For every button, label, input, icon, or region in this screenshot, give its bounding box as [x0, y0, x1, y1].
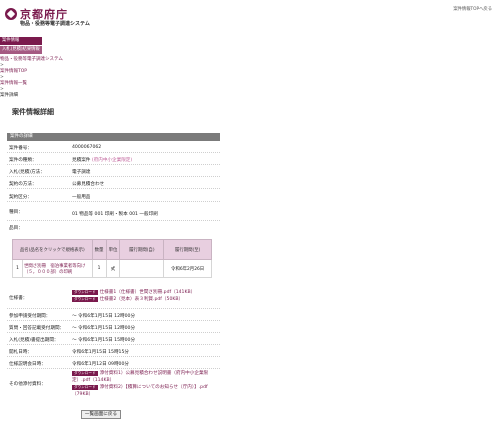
table-row: 1 世間さ別冊 宿泊事業者等向け（５，０００部）の印刷 1 式 令和6年2月26…: [12, 259, 212, 278]
category-label: 契約区分：: [9, 195, 32, 200]
schedule-value: 令和6年1月15日 15時15分: [72, 350, 129, 355]
page-title: 案件情報詳細: [12, 108, 54, 116]
th-qty: 数量: [91, 239, 107, 260]
row-case-no: 案件番号： 4000067062: [7, 143, 220, 153]
row-case-type: 案件の種類： 見積案件 (府内中小企業限定): [7, 154, 220, 165]
method-value: 電子調達: [72, 170, 91, 175]
row-schedule-1: 参加申請受付期間： 〜 令和6年1月15日 12時00分: [7, 310, 220, 321]
row-specs: 仕様書： ダウンロード 仕様書1（仕様書）世間さ別冊.pdf（141KB） ダウン…: [7, 287, 220, 309]
item-name-link[interactable]: 世間さ別冊 宿泊事業者等向け（５，０００部）の印刷: [24, 264, 85, 275]
row-schedule-5: 仕様説明会日時： 令和6年1月12日 09時00分: [7, 358, 220, 369]
cell-unit: 式: [105, 259, 121, 278]
row-contract: 契約の方法： 公募見積合わせ: [7, 178, 220, 189]
case-no-label: 案件番号：: [9, 146, 32, 151]
method-label: 入札(見積)方法：: [9, 170, 45, 175]
breadcrumb-current: 案件詳細: [0, 93, 18, 98]
th-unit: 単位: [105, 239, 121, 260]
row-product: 品目：: [7, 222, 220, 236]
nav-case-info[interactable]: 案件情報: [0, 37, 42, 45]
cell-from: [119, 259, 165, 278]
case-type-value: 見積案件: [72, 158, 91, 163]
nav: 案件情報 入札(見積)結果情報: [0, 37, 42, 55]
schedule-label: 入札(見積)書提出期間：: [9, 338, 59, 343]
row-other: その他添付資料： ダウンロード 添付資料1）公募見積合わせ説明書（府内中小企業限定…: [7, 370, 220, 398]
section-header: 案件の詳細: [7, 133, 220, 141]
case-no-value: 4000067062: [72, 145, 102, 150]
download-badge: ダウンロード: [72, 297, 98, 302]
row-method: 入札(見積)方法： 電子調達: [7, 166, 220, 177]
crest-icon: [5, 8, 17, 20]
type-value: 01 物品等 001 印刷・製本 001 一般印刷: [72, 212, 158, 217]
system-title: 物品・役務等電子調達システム: [20, 21, 90, 27]
back-button[interactable]: 一覧画面に戻る: [81, 410, 121, 419]
row-schedule-4: 開札日時： 令和6年1月15日 15時15分: [7, 346, 220, 357]
other-label: その他添付資料：: [9, 382, 46, 387]
nav-bid-results[interactable]: 入札(見積)結果情報: [0, 46, 42, 54]
th-name: 品名(品名をクリックで規格表示): [12, 239, 93, 260]
breadcrumb-home[interactable]: 物品・役務等電子調達システム: [0, 57, 63, 62]
download-badge: ダウンロード: [72, 371, 98, 376]
contract-value: 公募見積合わせ: [72, 182, 105, 187]
specs-files: ダウンロード 仕様書1（仕様書）世間さ別冊.pdf（141KB） ダウンロード 仕様…: [72, 289, 222, 303]
type-label: 種目：: [9, 210, 23, 215]
th-from: 履行期間(自): [119, 239, 165, 260]
schedule-label: 参加申請受付期間：: [9, 314, 51, 319]
case-type-link[interactable]: (府内中小企業限定): [92, 158, 132, 163]
th-to: 履行期間(至): [163, 239, 212, 260]
specs-file-1[interactable]: 仕様書1（仕様書）世間さ別冊.pdf（141KB）: [100, 290, 196, 295]
items-table: 品名(品名をクリックで規格表示) 数量 単位 履行期間(自) 履行期間(至) 1…: [12, 239, 212, 278]
contract-label: 契約の方法：: [9, 182, 37, 187]
download-badge: ダウンロード: [72, 290, 98, 295]
breadcrumb-top[interactable]: 案件情報TOP: [0, 69, 27, 74]
cell-to: 令和6年2月26日: [163, 259, 212, 278]
row-category: 契約区分： 一般用品: [7, 190, 220, 202]
header: 京都府庁 物品・役務等電子調達システム 案件情報TOPへ戻る: [0, 0, 500, 36]
cell-no: 1: [12, 259, 23, 278]
row-type: 種目： 01 物品等 001 印刷・製本 001 一般印刷: [7, 203, 220, 221]
case-type-label: 案件の種類：: [9, 158, 37, 163]
schedule-label: 質問・回答記載受付期間：: [9, 326, 65, 331]
schedule-label: 仕様説明会日時：: [9, 362, 46, 367]
breadcrumb: 物品・役務等電子調達システム > 案件情報TOP > 案件情報一覧 > 案件詳細: [0, 57, 63, 99]
other-files: ダウンロード 添付資料1）公募見積合わせ説明書（府内中小企業限定）.pdf（114…: [72, 370, 222, 398]
top-link[interactable]: 案件情報TOPへ戻る: [453, 6, 492, 12]
download-badge: ダウンロード: [72, 385, 98, 390]
specs-file-2[interactable]: 仕様書2（見本）表３利賀.pdf（50KB）: [100, 297, 184, 302]
schedule-label: 開札日時：: [9, 350, 32, 355]
schedule-value: 〜 令和6年1月15日 15時00分: [72, 338, 136, 343]
schedule-value: 令和6年1月12日 09時00分: [72, 362, 129, 367]
specs-label: 仕様書：: [9, 296, 28, 301]
schedule-value: 〜 令和6年1月15日 12時00分: [72, 326, 136, 331]
schedule-value: 〜 令和6年1月15日 12時00分: [72, 314, 136, 319]
category-value: 一般用品: [72, 195, 91, 200]
breadcrumb-list[interactable]: 案件情報一覧: [0, 81, 27, 86]
row-schedule-3: 入札(見積)書提出期間： 〜 令和6年1月15日 15時00分: [7, 334, 220, 345]
cell-qty: 1: [91, 259, 107, 278]
row-schedule-2: 質問・回答記載受付期間： 〜 令和6年1月15日 12時00分: [7, 322, 220, 333]
cell-name[interactable]: 世間さ別冊 宿泊事業者等向け（５，０００部）の印刷: [21, 259, 93, 278]
product-label: 品目：: [9, 226, 23, 231]
